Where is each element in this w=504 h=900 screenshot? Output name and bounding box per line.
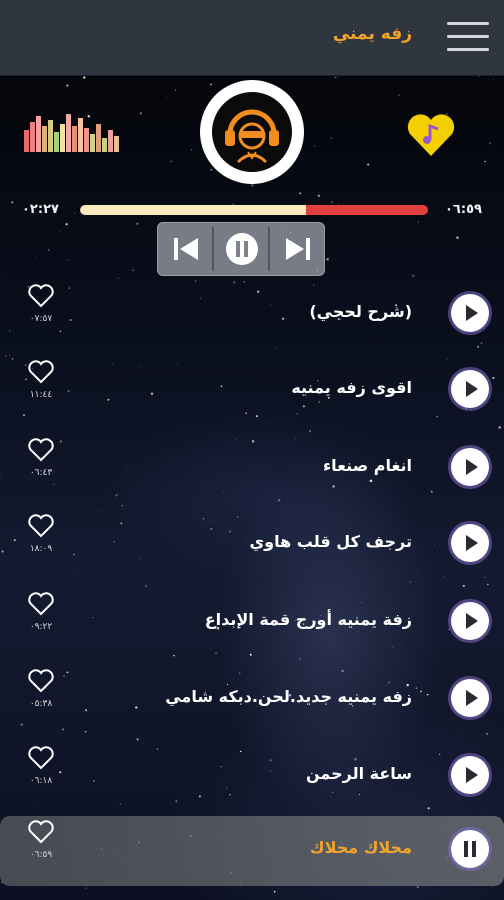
pause-icon [464, 841, 476, 857]
heart-outline-icon[interactable] [27, 591, 55, 617]
skip-next-icon [285, 238, 310, 260]
track-row[interactable]: ٠٥:٣٨ زفه يمنيه جديد.لحن.دبكه شامي [0, 665, 504, 735]
track-title[interactable]: اقوى زفه يمنيه [291, 378, 412, 397]
track-duration: ٠٥:٣٨ [29, 699, 53, 709]
track-row[interactable]: ٠٦:١٨ ساعة الرحمن [0, 742, 504, 812]
track-title[interactable]: (شرح لحجي) [309, 302, 412, 321]
track-row[interactable]: ٠٦:٥٩ محلاك محلاك [0, 816, 504, 886]
total-time: ٠٦:٥٩ [445, 202, 482, 217]
play-icon [466, 690, 478, 706]
pause-circle-icon [225, 233, 258, 265]
track-play-button[interactable] [451, 294, 489, 332]
heart-outline-icon[interactable] [27, 359, 55, 385]
play-icon [466, 381, 478, 397]
app-title: زفه يمني [332, 24, 412, 44]
track-play-button[interactable] [451, 679, 489, 717]
track-row[interactable]: ٠٩:٢٢ زفة يمنيه أورج قمة الإبداع [0, 588, 504, 658]
equalizer-icon [24, 114, 119, 152]
track-duration: ٠٧:٥٧ [29, 314, 53, 324]
heart-outline-icon[interactable] [27, 513, 55, 539]
elapsed-time: ٠٢:٢٧ [22, 202, 59, 217]
track-row[interactable]: ١٨:٠٩ ترجف كل قلب هاوي [0, 510, 504, 580]
play-icon [466, 535, 478, 551]
track-pause-button[interactable] [451, 830, 489, 868]
play-icon [466, 305, 478, 321]
dj-headphones-icon [212, 92, 292, 172]
track-duration: ١١:٤٤ [29, 390, 53, 400]
skip-previous-icon [173, 238, 198, 260]
favorites-heart-icon[interactable] [405, 112, 457, 158]
track-row[interactable]: ٠٦:٤٣ انغام صنعاء [0, 434, 504, 504]
track-play-button[interactable] [451, 524, 489, 562]
heart-outline-icon[interactable] [27, 745, 55, 771]
play-icon [466, 613, 478, 629]
track-title[interactable]: ساعة الرحمن [306, 764, 412, 783]
menu-button[interactable] [447, 22, 489, 52]
heart-outline-icon[interactable] [27, 819, 55, 845]
track-play-button[interactable] [451, 756, 489, 794]
heart-outline-icon[interactable] [27, 668, 55, 694]
track-duration: ١٨:٠٩ [29, 544, 53, 554]
dj-logo[interactable] [200, 80, 304, 184]
track-duration: ٠٦:١٨ [29, 776, 53, 786]
track-play-button[interactable] [451, 602, 489, 640]
track-title[interactable]: انغام صنعاء [323, 456, 412, 475]
app-header: زفه يمني [0, 0, 504, 76]
track-duration: ٠٦:٤٣ [29, 468, 53, 478]
track-title[interactable]: ترجف كل قلب هاوي [250, 532, 413, 551]
progress-bar[interactable] [80, 205, 428, 215]
track-duration: ٠٩:٢٢ [29, 622, 53, 632]
play-icon [466, 767, 478, 783]
heart-outline-icon[interactable] [27, 283, 55, 309]
track-play-button[interactable] [451, 370, 489, 408]
track-row[interactable]: ٠٧:٥٧ (شرح لحجي) [0, 280, 504, 350]
next-button[interactable] [270, 223, 325, 275]
track-duration: ٠٦:٥٩ [29, 850, 53, 860]
previous-button[interactable] [158, 223, 213, 275]
track-title[interactable]: زفه يمنيه جديد.لحن.دبكه شامي [165, 687, 412, 706]
track-row[interactable]: ١١:٤٤ اقوى زفه يمنيه [0, 356, 504, 426]
playback-controls [157, 222, 325, 276]
track-title[interactable]: محلاك محلاك [310, 838, 412, 857]
pause-button[interactable] [214, 223, 269, 275]
track-title[interactable]: زفة يمنيه أورج قمة الإبداع [205, 610, 412, 629]
heart-outline-icon[interactable] [27, 437, 55, 463]
progress-played [80, 205, 307, 215]
track-play-button[interactable] [451, 448, 489, 486]
play-icon [466, 459, 478, 475]
